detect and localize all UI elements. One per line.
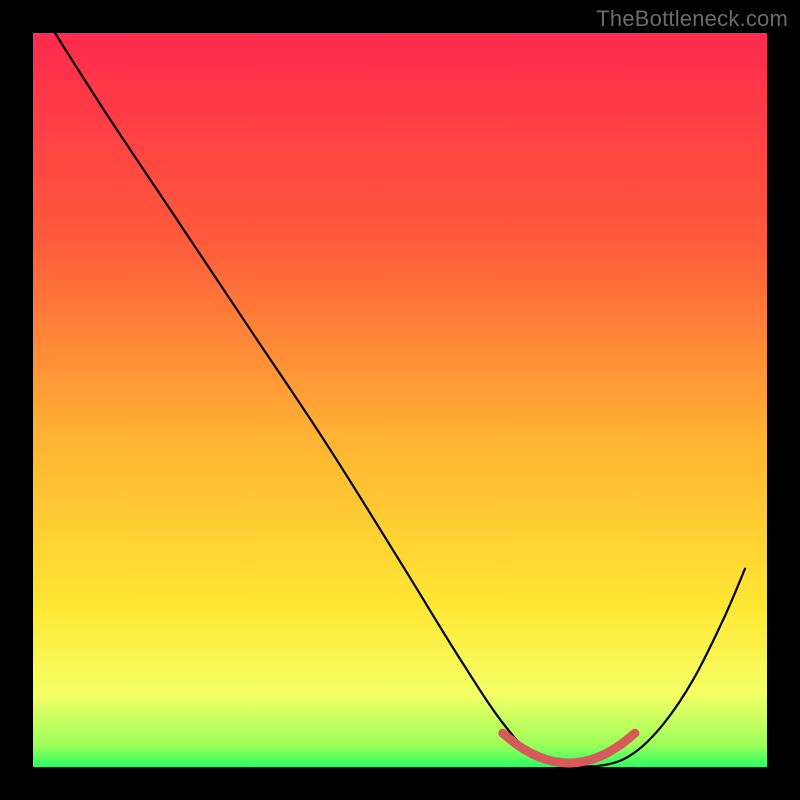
- watermark-text: TheBottleneck.com: [596, 6, 788, 32]
- bottleneck-chart: [0, 0, 800, 800]
- plot-area: [33, 33, 767, 767]
